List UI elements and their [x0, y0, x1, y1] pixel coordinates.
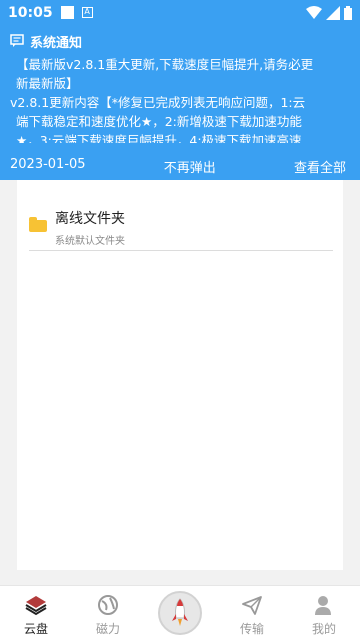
nav-transfer[interactable]: 传输	[222, 593, 282, 637]
signal-icon	[326, 5, 340, 20]
nav-mine[interactable]: 我的	[294, 593, 354, 637]
notice-line: ★，3:云端下载速度巨幅提升，4:极速下载加速高速	[16, 133, 302, 143]
notice-date: 2023-01-05	[10, 157, 86, 172]
a-badge-icon: A	[81, 7, 93, 18]
folder-name: 离线文件夹	[55, 211, 125, 227]
notice-line: v2.8.1更新内容【*修复已完成列表无响应问题，1:云	[10, 95, 306, 110]
nav-label: 磁力	[95, 622, 120, 636]
folder-icon	[29, 217, 47, 232]
notice-footer: 2023-01-05 不再弹出 查看全部	[10, 157, 346, 176]
message-icon	[10, 34, 24, 47]
list-item[interactable]: 离线文件夹 系统默认文件夹	[29, 205, 333, 251]
notice-header: 系统通知	[10, 31, 350, 51]
globe-icon	[96, 593, 120, 617]
nav-cloud-disk[interactable]: 云盘	[6, 593, 66, 637]
bottom-navigation: 云盘 磁力 传输 我的	[0, 585, 360, 641]
folder-description: 系统默认文件夹	[55, 236, 125, 247]
wifi-icon	[306, 5, 322, 19]
notice-title: 系统通知	[30, 35, 83, 51]
paper-plane-icon	[240, 593, 264, 617]
status-time: 10:05	[8, 4, 53, 21]
dismiss-button[interactable]: 不再弹出	[164, 157, 216, 176]
notice-line: 【最新版v2.8.1重大更新,下载速度巨幅提升,请务必更	[16, 57, 314, 72]
nav-label: 传输	[239, 622, 264, 636]
notification-square-icon	[60, 6, 74, 19]
notice-line: 新最新版】	[16, 76, 79, 91]
nav-label: 我的	[311, 622, 336, 636]
nav-magnet[interactable]: 磁力	[78, 593, 138, 637]
layers-icon	[24, 593, 48, 617]
system-notice-panel: 系统通知 【最新版v2.8.1重大更新,下载速度巨幅提升,请务必更 新最新版】 …	[0, 25, 360, 180]
nav-label: 云盘	[23, 622, 48, 636]
rocket-icon	[158, 591, 202, 635]
file-list-card: 新建 上传 刷新 离线文件夹 系统默认文件夹	[17, 150, 343, 570]
user-icon	[312, 593, 336, 617]
view-all-button[interactable]: 查看全部	[294, 157, 346, 176]
notice-line: 端下载稳定和速度优化★，2:新增极速下载加速功能	[16, 114, 302, 129]
nav-rocket[interactable]	[150, 591, 210, 637]
notice-content: 【最新版v2.8.1重大更新,下载速度巨幅提升,请务必更 新最新版】 v2.8.…	[10, 55, 350, 143]
battery-icon	[344, 5, 352, 20]
status-bar: 10:05 A	[0, 0, 360, 25]
